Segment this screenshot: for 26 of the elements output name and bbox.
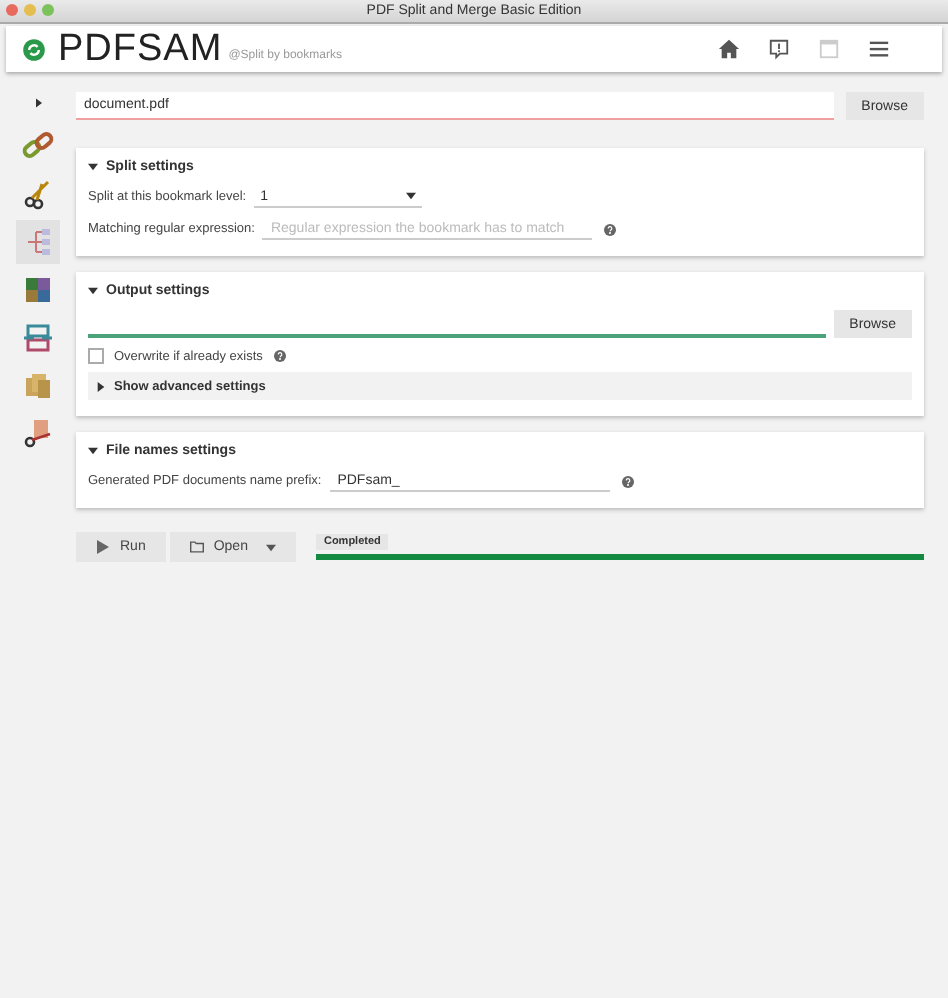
message-icon[interactable] — [768, 38, 790, 60]
collapse-arrow-icon — [88, 446, 98, 456]
home-icon[interactable] — [718, 38, 740, 60]
chain-icon — [22, 130, 54, 162]
expand-arrow-icon[interactable] — [35, 98, 41, 108]
help-icon[interactable] — [274, 350, 287, 362]
tree-icon — [22, 226, 54, 258]
logo-icon — [22, 37, 46, 61]
play-icon — [96, 540, 110, 554]
scissors-icon — [22, 178, 54, 210]
scissors-icon — [22, 418, 54, 450]
overwrite-checkbox[interactable] — [88, 348, 104, 364]
collapse-arrow-icon — [88, 162, 98, 172]
pages-icon — [22, 370, 54, 402]
help-icon[interactable] — [621, 475, 634, 487]
folder-icon — [189, 540, 204, 554]
collapse-arrow-icon — [88, 286, 98, 296]
grid-icon — [22, 274, 54, 306]
help-icon[interactable] — [604, 223, 617, 235]
expand-arrow-icon — [96, 381, 106, 391]
menu-icon[interactable] — [868, 38, 890, 60]
caret-icon — [265, 543, 276, 551]
rotate-icon — [22, 322, 54, 354]
logo-text: PDFSAM — [58, 30, 223, 68]
close-button[interactable] — [6, 4, 18, 16]
caret-icon — [406, 192, 417, 200]
